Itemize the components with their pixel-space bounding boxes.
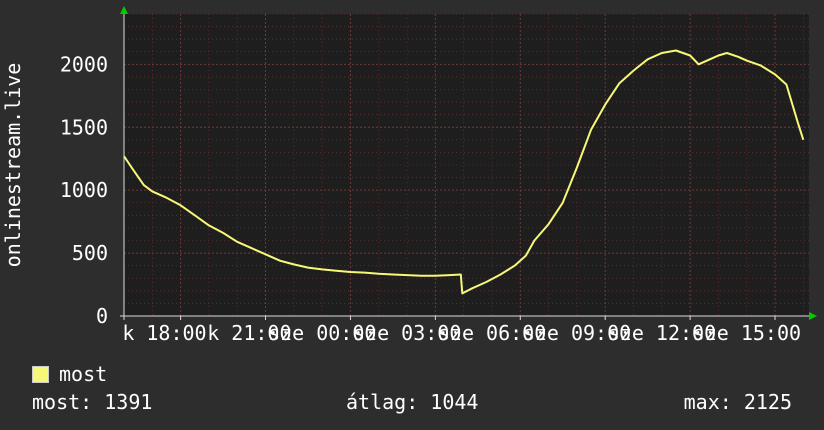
y-tick-label: 500 [72, 241, 108, 265]
y-tick-label: 1500 [60, 115, 108, 139]
stat-max: max: 2125 [683, 390, 792, 414]
legend-swatch [32, 365, 49, 383]
x-axis-arrow-icon [809, 312, 817, 320]
y-axis-label: onlinestream.live [1, 63, 25, 268]
y-tick-label: 1000 [60, 178, 108, 202]
stat-average: átlag: 1044 [346, 390, 479, 414]
x-axis-ticks: k 18:00 k 21:00sze 00:00sze 03:00sze 06:0… [122, 316, 801, 345]
stats-row: most: 1391 átlag: 1044 max: 2125 [32, 390, 792, 416]
chart-widget: 0 500 1000 1500 2000 k 18:00 k 21:00 sze 00:00… [0, 0, 824, 430]
stat-current: most: 1391 [32, 390, 153, 414]
y-axis-ticks: 0 500 1000 1500 2000 [60, 52, 108, 328]
y-tick-label: 0 [96, 304, 108, 328]
legend-label: most [59, 362, 108, 386]
line-chart: 0 500 1000 1500 2000 k 18:00 k 21:00sze 00:00… [1, 6, 817, 345]
y-axis-arrow-icon [120, 6, 128, 14]
legend: most [32, 362, 107, 386]
x-tick-label: sze 15:00 [693, 321, 801, 345]
x-tick-label: k 18:00 [122, 321, 206, 345]
plot-area [124, 14, 809, 316]
y-tick-label: 2000 [60, 52, 108, 76]
